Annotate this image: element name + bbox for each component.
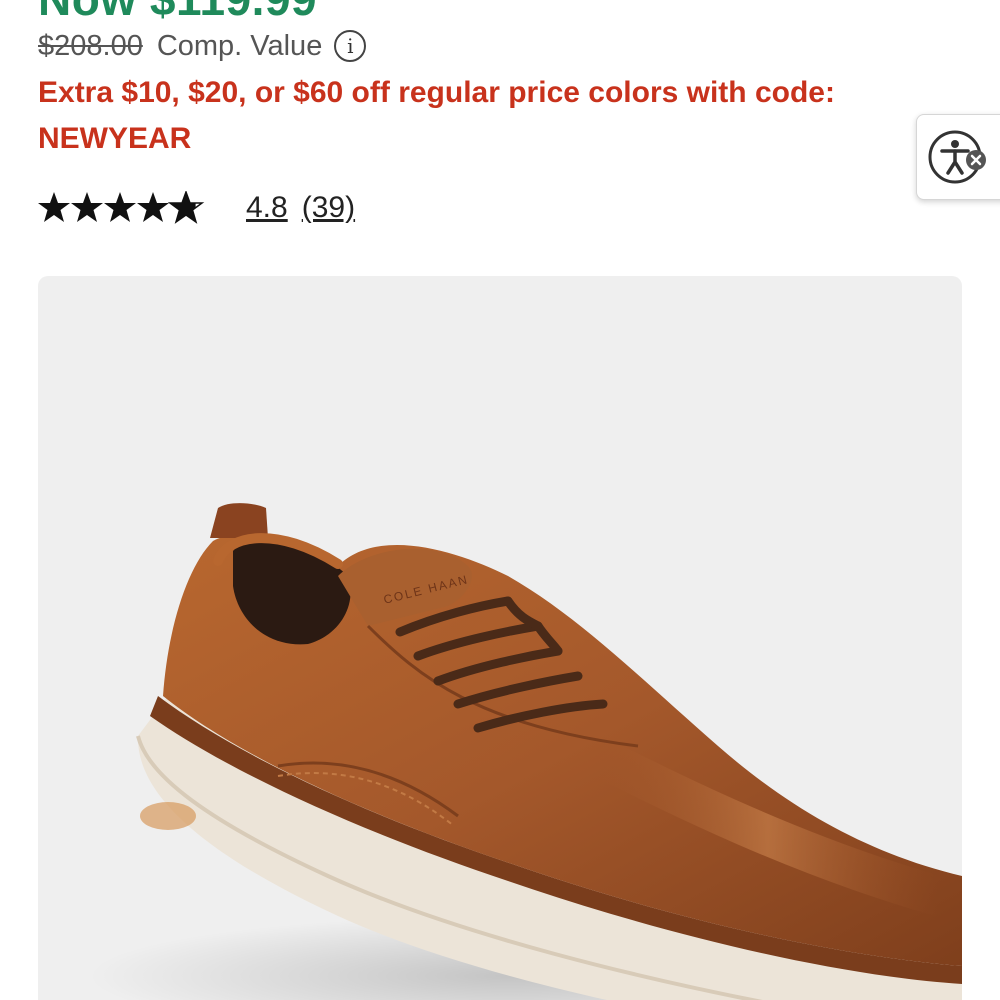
promo-code: NEWYEAR	[38, 122, 192, 155]
review-count-link[interactable]: (39)	[302, 191, 355, 225]
sale-price: Now $119.99	[38, 0, 317, 26]
comp-value-row: $208.00 Comp. Value i	[38, 26, 367, 66]
product-detail-page: Now $119.99 $208.00 Comp. Value i Extra …	[0, 0, 1000, 1000]
rating-row: 4.8 (39)	[38, 186, 369, 230]
info-icon[interactable]: i	[334, 30, 367, 62]
shoe-illustration: COLE HAAN	[88, 503, 962, 1000]
accessibility-icon	[928, 130, 986, 184]
promo-message: Extra $10, $20, or $60 off regular price…	[38, 70, 938, 162]
promo-text: Extra $10, $20, or $60 off regular price…	[38, 76, 835, 109]
star-rating	[38, 191, 206, 225]
stars-icon	[38, 191, 205, 224]
accessibility-button[interactable]	[916, 114, 1000, 200]
comp-price: $208.00	[38, 29, 143, 62]
product-image[interactable]: COLE HAAN	[38, 276, 962, 1000]
rating-value-link[interactable]: 4.8	[246, 191, 288, 225]
comp-value-label: Comp. Value	[156, 29, 323, 62]
